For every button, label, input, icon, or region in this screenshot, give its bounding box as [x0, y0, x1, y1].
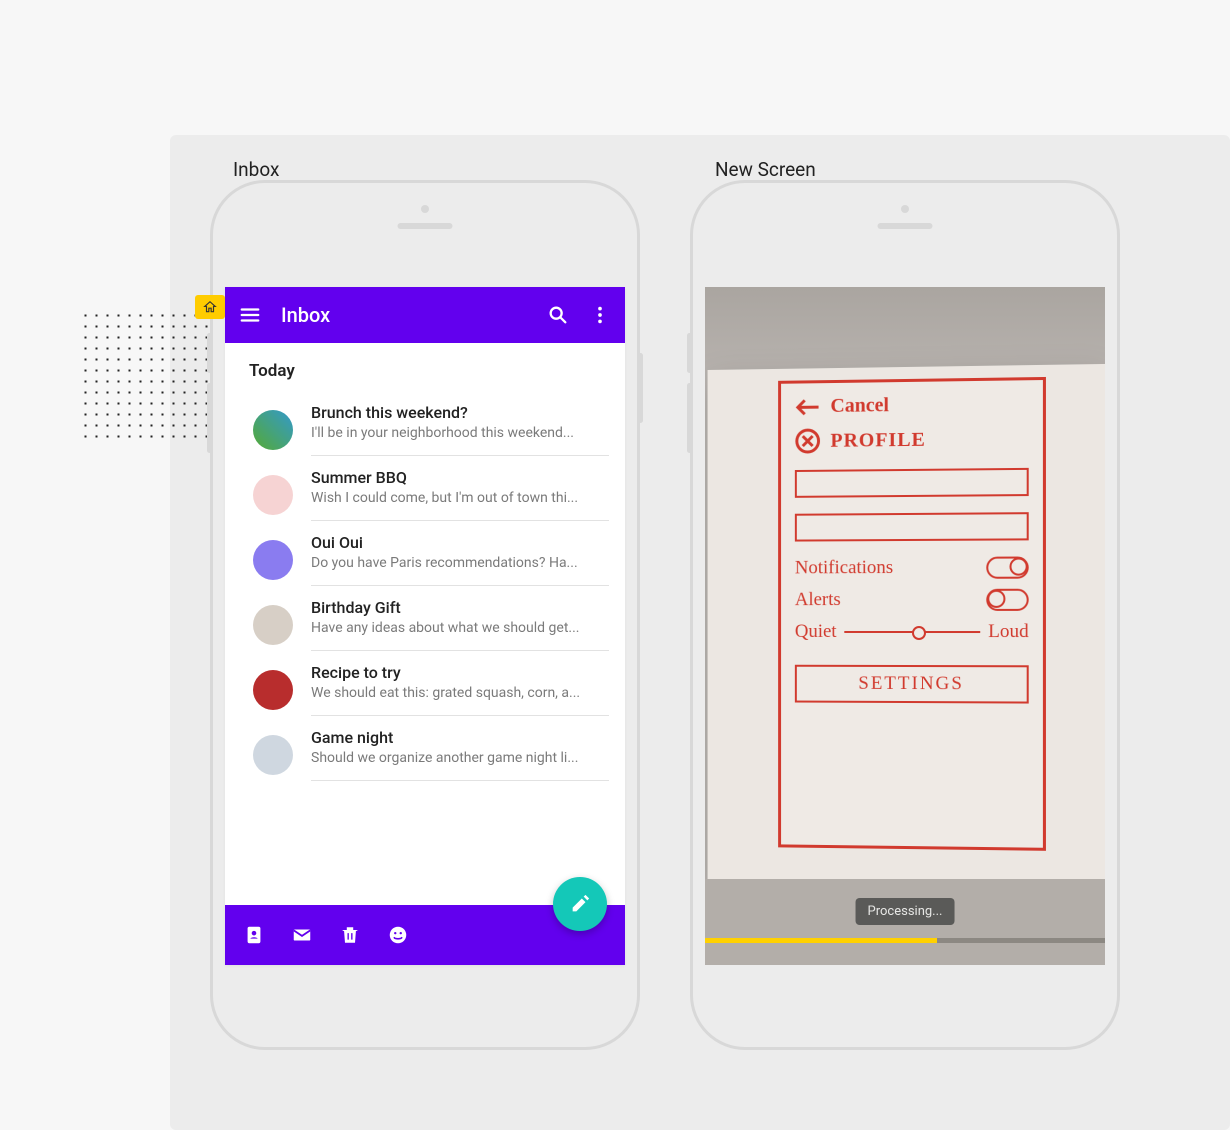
message-subtitle: Do you have Paris recommendations? Ha...	[311, 555, 609, 571]
slider-min-label: Quiet	[795, 621, 837, 643]
sketch-back-label: Cancel	[830, 394, 888, 418]
slider-max-label: Loud	[988, 621, 1029, 643]
sketch-back-row: Cancel	[795, 392, 1029, 418]
menu-icon[interactable]	[239, 304, 261, 326]
slider-icon	[845, 631, 981, 633]
frame-label-inbox: Inbox	[233, 158, 279, 181]
captured-paper: Cancel PROFILE Notifications Alerts	[708, 364, 1105, 890]
sketch-option-row: Alerts	[795, 589, 1029, 611]
phone-side-button	[687, 333, 692, 373]
list-item[interactable]: Oui Oui Do you have Paris recommendation…	[233, 521, 617, 586]
phone-speaker	[398, 223, 453, 229]
message-title: Recipe to try	[311, 663, 609, 682]
home-screen-tag[interactable]	[195, 295, 225, 319]
message-title: Summer BBQ	[311, 468, 609, 487]
phone-side-button	[687, 383, 692, 453]
processing-status: Processing...	[856, 898, 955, 925]
list-item[interactable]: Birthday Gift Have any ideas about what …	[233, 586, 617, 651]
list-item[interactable]: Summer BBQ Wish I could come, but I'm ou…	[233, 456, 617, 521]
contacts-icon[interactable]	[243, 924, 265, 946]
search-icon[interactable]	[547, 304, 569, 326]
section-header-today: Today	[225, 343, 625, 391]
trash-icon[interactable]	[339, 924, 361, 946]
message-title: Game night	[311, 728, 609, 747]
sketch-slider-row: Quiet Loud	[795, 621, 1029, 643]
camera-capture-screen: Cancel PROFILE Notifications Alerts	[705, 287, 1105, 965]
compose-icon	[569, 893, 591, 915]
phone-side-button	[207, 333, 212, 373]
arrow-left-icon	[795, 397, 821, 417]
list-item[interactable]: Brunch this weekend? I'll be in your nei…	[233, 391, 617, 456]
avatar	[253, 410, 293, 450]
message-subtitle: Have any ideas about what we should get.…	[311, 620, 609, 636]
phone-speaker	[878, 223, 933, 229]
decorative-dot-grid	[80, 310, 210, 440]
sketch-input-field	[795, 512, 1029, 541]
sketch-input-field	[795, 468, 1029, 498]
message-title: Brunch this weekend?	[311, 403, 609, 422]
avatar	[253, 670, 293, 710]
toggle-icon	[986, 589, 1028, 611]
sketch-title-row: PROFILE	[795, 426, 1029, 455]
list-item[interactable]: Recipe to try We should eat this: grated…	[233, 651, 617, 716]
message-subtitle: I'll be in your neighborhood this weeken…	[311, 425, 609, 441]
home-icon	[203, 300, 217, 314]
avatar	[253, 540, 293, 580]
sketch-settings-button: SETTINGS	[795, 665, 1029, 704]
progress-fill	[705, 938, 937, 943]
phone-camera-dot	[421, 205, 429, 213]
frame-label-newscreen: New Screen	[715, 158, 816, 181]
inbox-screen: Inbox Today Brunch this weekend? I'll be…	[225, 287, 625, 965]
compose-fab[interactable]	[553, 877, 607, 931]
phone-frame-newscreen: New Screen Cancel PROFILE	[690, 180, 1120, 1050]
appbar-title: Inbox	[281, 303, 527, 327]
progress-track	[705, 938, 1105, 943]
close-circle-icon	[795, 428, 821, 454]
avatar	[253, 735, 293, 775]
more-icon[interactable]	[589, 304, 611, 326]
avatar	[253, 605, 293, 645]
phone-camera-dot	[901, 205, 909, 213]
capture-bottom-bar: Processing...	[705, 879, 1105, 965]
emoji-icon[interactable]	[387, 924, 409, 946]
app-bar: Inbox	[225, 287, 625, 343]
avatar	[253, 475, 293, 515]
list-item[interactable]: Game night Should we organize another ga…	[233, 716, 617, 781]
bottom-app-bar	[225, 905, 625, 965]
toggle-icon	[986, 556, 1028, 578]
phone-side-button	[207, 383, 212, 453]
sketch-title: PROFILE	[830, 428, 925, 452]
message-subtitle: Wish I could come, but I'm out of town t…	[311, 490, 609, 506]
sketch-wireframe: Cancel PROFILE Notifications Alerts	[778, 377, 1046, 851]
message-subtitle: Should we organize another game night li…	[311, 750, 609, 766]
sketch-option-label: Notifications	[795, 557, 893, 579]
message-title: Oui Oui	[311, 533, 609, 552]
message-title: Birthday Gift	[311, 598, 609, 617]
sketch-option-row: Notifications	[795, 556, 1029, 579]
message-list[interactable]: Brunch this weekend? I'll be in your nei…	[225, 391, 625, 905]
phone-side-button	[638, 353, 643, 423]
mail-icon[interactable]	[291, 924, 313, 946]
message-subtitle: We should eat this: grated squash, corn,…	[311, 685, 609, 701]
phone-frame-inbox: Inbox Inbox Today Brunch this weekend?	[210, 180, 640, 1050]
sketch-option-label: Alerts	[795, 589, 841, 611]
